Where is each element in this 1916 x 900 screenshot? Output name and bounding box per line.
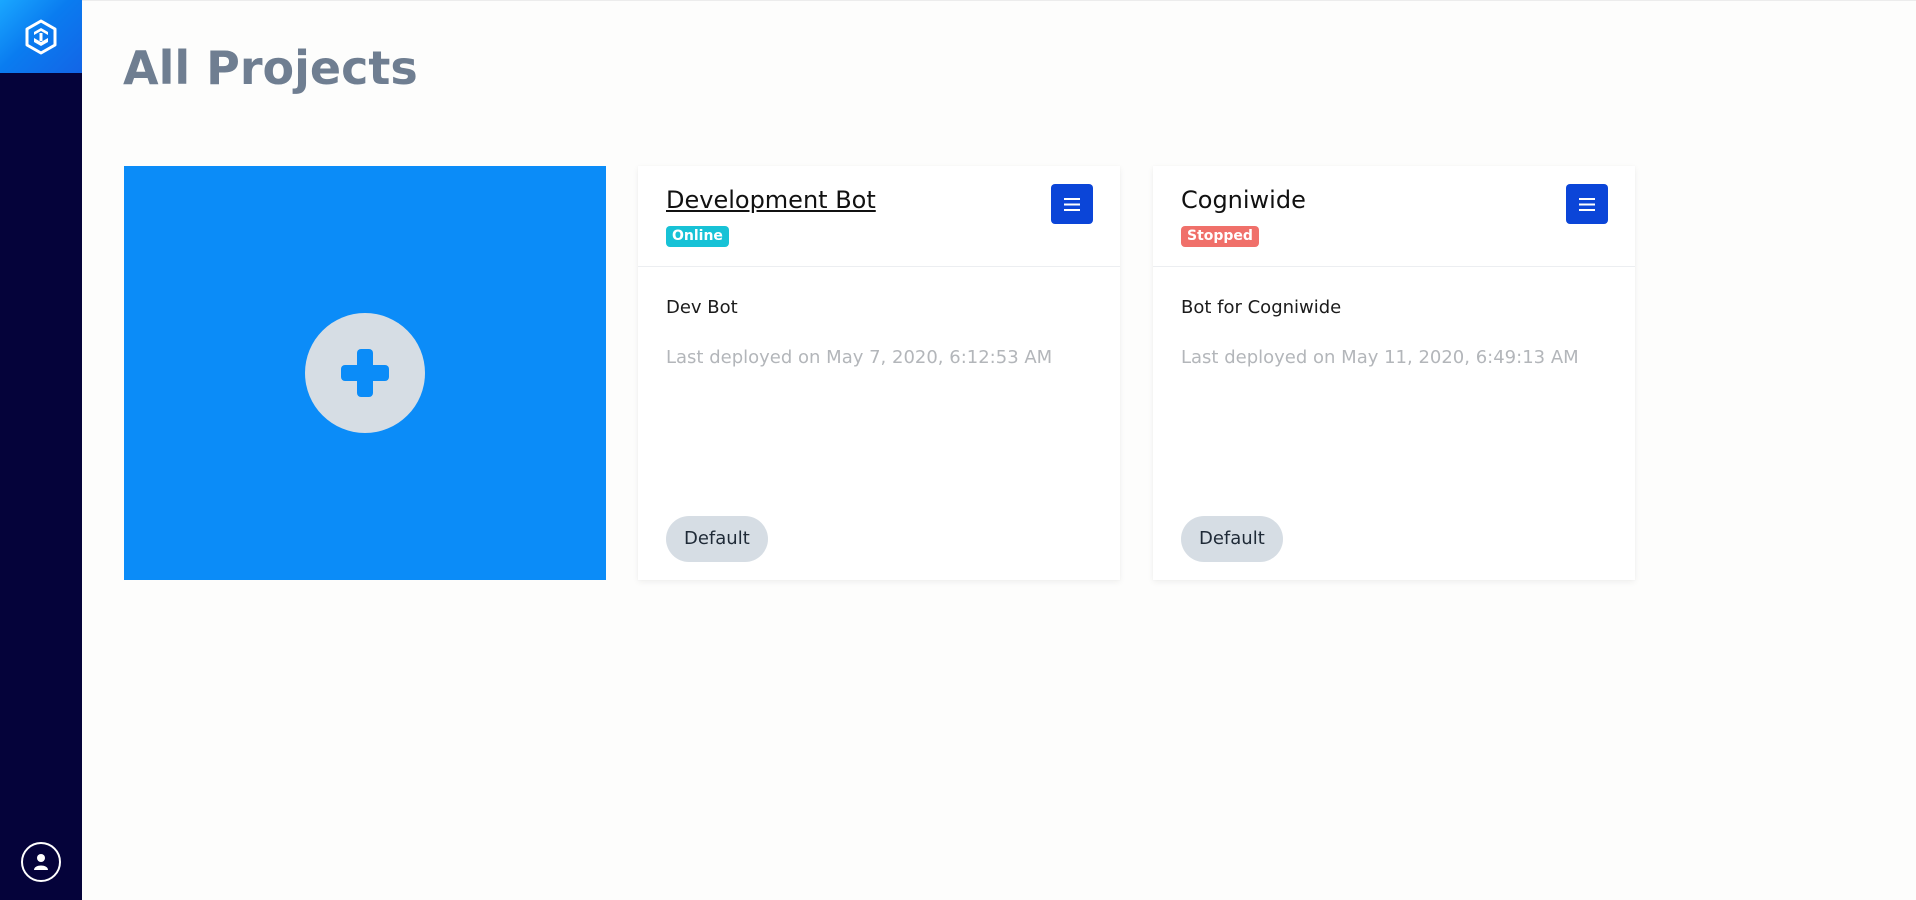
status-badge: Stopped: [1181, 226, 1259, 247]
sidebar: [0, 0, 82, 900]
last-deployed-text: Last deployed on May 7, 2020, 6:12:53 AM: [666, 347, 1053, 368]
project-description: Dev Bot: [666, 297, 738, 318]
environment-pill[interactable]: Default: [666, 516, 768, 562]
project-description: Bot for Cogniwide: [1181, 297, 1342, 318]
app-logo[interactable]: [0, 0, 82, 73]
app-logo-icon: [25, 19, 57, 54]
project-menu-button[interactable]: [1566, 184, 1608, 224]
project-card: Development Bot Online Dev Bot Last depl…: [638, 166, 1120, 580]
status-badge: Online: [666, 226, 729, 247]
project-card-header: Cogniwide Stopped: [1153, 166, 1635, 267]
page-title: All Projects: [123, 41, 418, 95]
app-root: All Projects Development Bot Online Dev …: [0, 0, 1916, 900]
project-menu-button[interactable]: [1051, 184, 1093, 224]
project-name[interactable]: Cogniwide: [1181, 186, 1306, 214]
environment-pill[interactable]: Default: [1181, 516, 1283, 562]
project-name-link[interactable]: Development Bot: [666, 186, 876, 214]
project-card: Cogniwide Stopped Bot for Cogniwide Last…: [1153, 166, 1635, 580]
last-deployed-text: Last deployed on May 11, 2020, 6:49:13 A…: [1181, 347, 1579, 368]
hamburger-menu-icon: [1579, 197, 1595, 211]
hamburger-menu-icon: [1064, 197, 1080, 211]
project-card-header: Development Bot Online: [638, 166, 1120, 267]
user-profile-button[interactable]: [21, 842, 61, 882]
user-icon: [34, 854, 48, 870]
plus-circle-icon: [305, 313, 425, 433]
new-project-card[interactable]: [124, 166, 606, 580]
main-content: All Projects Development Bot Online Dev …: [82, 0, 1916, 900]
